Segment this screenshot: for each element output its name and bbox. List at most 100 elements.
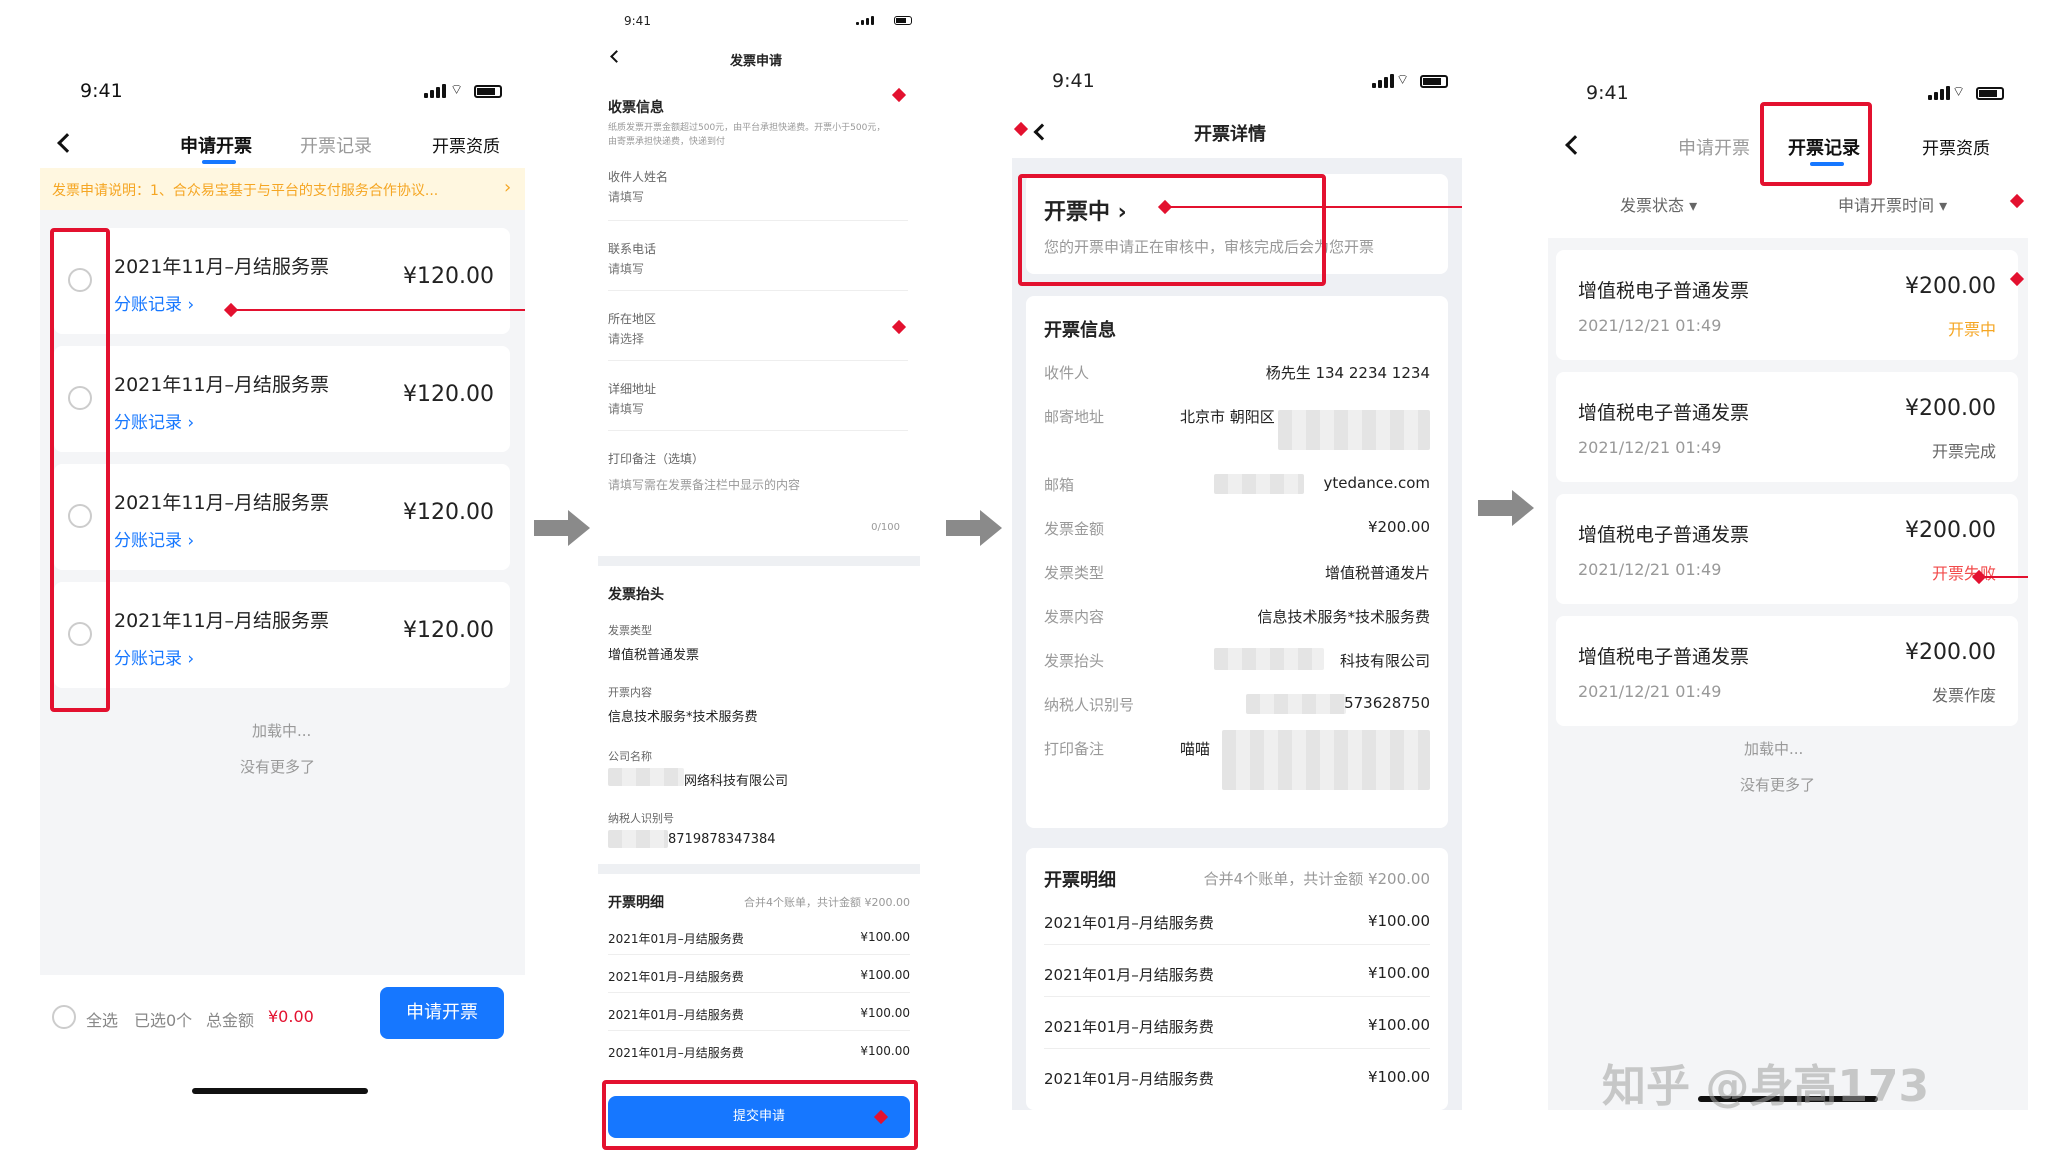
tab-apply[interactable]: 申请开票 [1678,134,1750,160]
notice-chevron-icon: › [504,177,512,198]
info-title: 开票信息 [1044,320,1116,341]
info-value: 喵喵 [1180,740,1211,758]
annotation-box [50,228,110,712]
split-record-link[interactable]: 分账记录 › [114,408,194,433]
info-value: 信息技术服务*技术服务费 [1257,608,1430,626]
flow-arrow-icon [534,508,590,552]
screen-invoice-records: 9:41 ⌔ 申请开票 开票记录 开票资质 发票状态 ▾ 申请开票时间 ▾ 增值… [1548,30,2028,1110]
select-all-label[interactable]: 全选 [86,1007,118,1031]
signal-icon [1928,86,1950,100]
remark-label: 打印备注（选填） [608,452,705,466]
tab-underline [202,160,236,164]
flow-arrow-icon [946,508,1002,552]
field-label: 收件人姓名 [608,170,669,184]
divider [608,1030,910,1031]
divider [608,992,910,993]
phone-input[interactable] [608,262,898,276]
filter-time[interactable]: 申请开票时间 ▾ [1838,192,1947,216]
signal-icon [1372,74,1394,88]
split-record-link[interactable]: 分账记录 › [114,526,194,551]
info-label: 纳税人识别号 [1044,696,1135,714]
status-time: 9:41 [1586,82,1629,104]
tab-apply[interactable]: 申请开票 [180,132,252,158]
divider [1044,1048,1430,1049]
redacted-block [1222,730,1430,790]
field-label: 开票内容 [608,686,652,699]
record-title: 增值税电子普通发票 [1578,524,1750,546]
battery-icon [474,85,502,98]
section-title-detail: 开票明细 [608,895,664,911]
detail-row-amount: ¥100.00 [1367,964,1430,982]
info-value: ¥200.00 [1367,518,1430,536]
info-label: 邮箱 [1044,476,1075,494]
notice-bar[interactable]: 发票申请说明：1、合众易宝基于与平台的支付服务合作协议... › [40,168,525,210]
detail-row-amount: ¥100.00 [1367,1016,1430,1034]
info-value: 北京市 朝阳区 [1180,408,1275,426]
detail-row-name: 2021年01月–月结服务费 [608,1008,744,1022]
split-record-link[interactable]: 分账记录 › [114,644,194,669]
screen-invoice-form: 9:41 发票申请 收票信息 纸质发票开票金额超过500元，由平台承担快递费。开… [598,0,920,1154]
record-item[interactable]: 增值税电子普通发票 ¥200.00 2021/12/21 01:49 发票作废 [1556,616,2018,726]
detail-row-name: 2021年01月–月结服务费 [1044,1018,1214,1036]
detail-row-amount: ¥100.00 [1367,912,1430,930]
select-all-radio[interactable] [52,1005,76,1029]
redacted-block [1214,474,1304,494]
redacted-block [1278,410,1430,450]
wifi-icon: ⌔ [450,82,464,98]
detail-row-amount: ¥100.00 [860,1044,910,1058]
tab-qualification[interactable]: 开票资质 [1922,134,1990,159]
wifi-icon: ⌔ [1952,84,1966,100]
record-item[interactable]: 增值税电子普通发票 ¥200.00 2021/12/21 01:49 开票失败 [1556,494,2018,604]
notice-text: 发票申请说明：1、合众易宝基于与平台的支付服务合作协议... [52,183,439,199]
annotation-line [1164,206,1462,208]
divider [1044,944,1430,945]
page-title: 发票申请 [730,54,783,69]
back-icon[interactable] [610,50,623,63]
total-amount: ¥0.00 [268,1007,314,1026]
record-amount: ¥200.00 [1905,396,1996,421]
record-amount: ¥200.00 [1905,274,1996,299]
detail-card: 开票明细 合并4个账单，共计金额 ¥200.00 2021年01月–月结服务费 … [1026,848,1448,1110]
tab-records[interactable]: 开票记录 [300,132,372,158]
section-title-head: 发票抬头 [608,587,664,603]
list-item[interactable]: 2021年11月–月结服务票 分账记录 › ¥120.00 [54,464,510,570]
record-status: 开票失败 [1931,564,1996,583]
address-input[interactable] [608,402,898,416]
screen-apply-invoice: 9:41 ⌔ 申请开票 开票记录 开票资质 发票申请说明：1、合众易宝基于与平台… [40,30,525,1110]
record-amount: ¥200.00 [1905,518,1996,543]
section-gap [598,864,920,874]
list-item[interactable]: 2021年11月–月结服务票 分账记录 › ¥120.00 [54,582,510,688]
battery-icon [1420,75,1448,88]
detail-row-amount: ¥100.00 [860,968,910,982]
split-record-link[interactable]: 分账记录 › [114,290,194,315]
back-icon[interactable] [57,133,77,153]
company-name-value: 网络科技有限公司 [684,774,789,789]
screen-invoice-detail: 9:41 ⌔ 开票详情 开票中 › 您的开票申请正在审核中，审核完成后会为您开票… [1012,28,1462,1110]
list-item[interactable]: 2021年11月–月结服务票 分账记录 › ¥120.00 [54,228,510,334]
detail-row-name: 2021年01月–月结服务费 [1044,914,1214,932]
info-label: 发票抬头 [1044,652,1105,670]
remark-count: 0/100 [871,522,900,533]
recipient-name-input[interactable] [608,190,898,204]
loading-text: 加载中... [252,722,312,740]
record-date: 2021/12/21 01:49 [1578,316,1722,335]
tab-qualification[interactable]: 开票资质 [432,132,500,157]
info-value: ytedance.com [1323,474,1431,492]
item-title: 2021年11月–月结服务票 [114,492,330,514]
apply-invoice-button[interactable]: 申请开票 [380,987,504,1039]
list-item[interactable]: 2021年11月–月结服务票 分账记录 › ¥120.00 [54,346,510,452]
remark-input[interactable]: 请填写需在发票备注栏中显示的内容 [608,476,800,493]
record-title: 增值税电子普通发票 [1578,402,1750,424]
record-title: 增值税电子普通发票 [1578,646,1750,668]
no-more-text: 没有更多了 [1740,776,1816,794]
redacted-block [1214,648,1324,670]
region-select[interactable] [608,332,898,346]
record-date: 2021/12/21 01:49 [1578,682,1722,701]
section-title-recv: 收票信息 [608,100,664,116]
filter-status[interactable]: 发票状态 ▾ [1620,192,1697,216]
info-value: 增值税普通发片 [1324,564,1430,582]
record-item[interactable]: 增值税电子普通发票 ¥200.00 2021/12/21 01:49 开票中 [1556,250,2018,360]
record-item[interactable]: 增值税电子普通发票 ¥200.00 2021/12/21 01:49 开票完成 [1556,372,2018,482]
annotation-box [602,1080,918,1150]
redacted-block [608,768,684,786]
